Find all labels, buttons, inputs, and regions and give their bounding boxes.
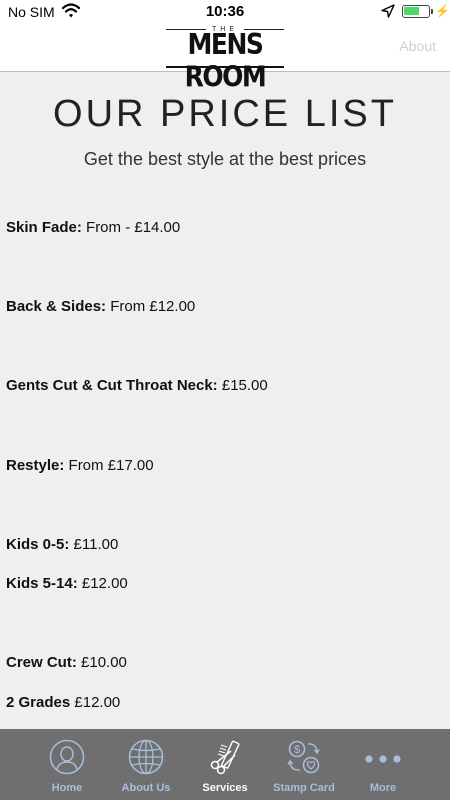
person-icon <box>49 739 85 775</box>
price-item-detail: £11.00 <box>69 536 119 553</box>
tab-label: Services <box>202 782 248 794</box>
page-title: OUR PRICE LIST <box>53 93 397 135</box>
price-item: Kids 0-5: £11.00 <box>6 536 118 553</box>
battery-icon <box>402 5 433 18</box>
status-bar: No SIM 10:36 ⚡ <box>0 0 450 24</box>
about-link[interactable]: About <box>399 38 436 54</box>
price-item-name: Back & Sides: <box>6 298 107 315</box>
price-item-name: 2 Grades <box>6 694 71 711</box>
price-item-name: Crew Cut: <box>6 654 77 671</box>
stamp-card-icon: $ <box>286 739 322 775</box>
charging-bolt-icon: ⚡ <box>435 4 450 18</box>
scissors-comb-icon <box>207 739 243 775</box>
tab-label: More <box>369 782 397 794</box>
price-item: Kids 5-14: £12.00 <box>6 575 128 592</box>
tab-bar: Home About Us Services $ Stamp Card More <box>0 729 450 800</box>
price-list-content[interactable]: OUR PRICE LIST Get the best style at the… <box>0 73 450 729</box>
nav-bar: THE MENS ROOM About <box>0 24 450 93</box>
tab-home[interactable]: Home <box>27 729 107 800</box>
price-item-name: Kids 5-14: <box>6 575 78 592</box>
battery-level <box>404 7 419 15</box>
price-item-name: Skin Fade: <box>6 219 82 236</box>
mens-room-logo[interactable]: THE MENS ROOM <box>166 26 284 93</box>
more-dots-icon <box>365 739 401 775</box>
price-item: Skin Fade: From - £14.00 <box>6 219 180 236</box>
tab-label: Home <box>51 782 83 794</box>
battery-nub <box>431 9 433 14</box>
tab-services[interactable]: Services <box>185 729 265 800</box>
price-item-detail: From - £14.00 <box>81 219 181 236</box>
tab-stamp-card[interactable]: $ Stamp Card <box>264 729 344 800</box>
tab-more[interactable]: More <box>343 729 423 800</box>
tab-label: Stamp Card <box>273 782 335 794</box>
price-item-detail: £15.00 <box>217 377 268 394</box>
price-item-name: Gents Cut & Cut Throat Neck: <box>6 377 218 394</box>
location-arrow-icon <box>381 4 395 21</box>
globe-icon <box>128 739 164 775</box>
price-item: Back & Sides: From £12.00 <box>6 298 195 315</box>
tab-about-us[interactable]: About Us <box>106 729 186 800</box>
tab-label: About Us <box>121 782 171 794</box>
price-item: 2 Grades £12.00 <box>6 694 120 711</box>
price-item-name: Restyle: <box>6 457 65 474</box>
logo-underline <box>166 66 284 68</box>
price-item: Crew Cut: £10.00 <box>6 654 127 671</box>
page-subtitle: Get the best style at the best prices <box>83 149 367 169</box>
price-item: Gents Cut & Cut Throat Neck: £15.00 <box>6 377 268 394</box>
price-item-detail: From £17.00 <box>64 457 154 474</box>
price-item-detail: From £12.00 <box>106 298 196 315</box>
price-item-detail: £12.00 <box>77 575 128 592</box>
price-item-detail: £12.00 <box>70 694 121 711</box>
price-item-detail: £10.00 <box>76 654 127 671</box>
price-item-name: Kids 0-5: <box>6 536 70 553</box>
price-item: Restyle: From £17.00 <box>6 457 154 474</box>
svg-text:$: $ <box>294 744 300 756</box>
